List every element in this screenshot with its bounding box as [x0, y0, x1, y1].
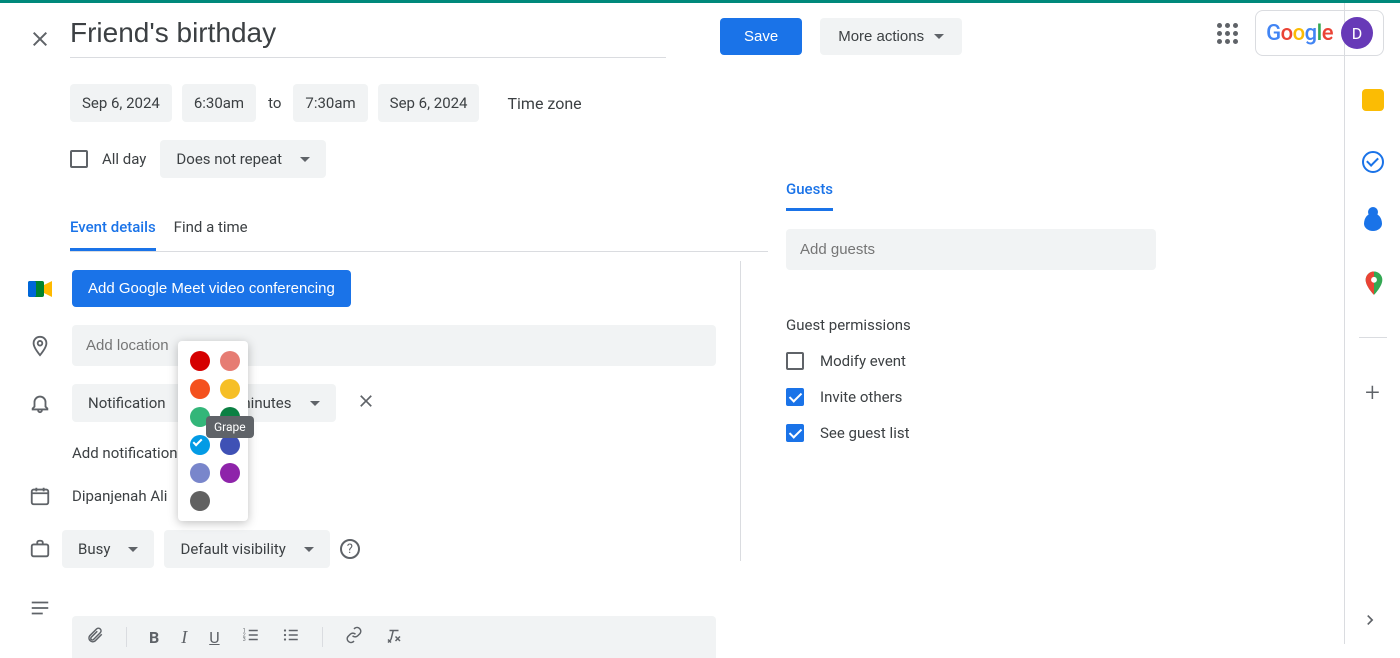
start-date-picker[interactable]: Sep 6, 2024	[70, 84, 172, 122]
color-swatch-peacock[interactable]	[190, 435, 210, 455]
chevron-down-icon	[310, 401, 320, 406]
get-addons-icon[interactable]: +	[1365, 378, 1380, 408]
collapse-side-panel-icon[interactable]	[1360, 610, 1380, 634]
chevron-down-icon	[934, 34, 944, 39]
notification-type-dropdown[interactable]: Notification	[72, 384, 182, 422]
separator	[322, 627, 323, 647]
recurrence-dropdown[interactable]: Does not repeat	[160, 140, 326, 178]
invite-others-checkbox[interactable]	[786, 388, 804, 406]
see-guest-list-label: See guest list	[820, 424, 910, 442]
notification-type-label: Notification	[88, 394, 166, 412]
color-swatch-blueberry[interactable]	[220, 435, 240, 455]
google-meet-icon	[28, 279, 52, 299]
color-swatch-grape[interactable]	[220, 463, 240, 483]
invite-others-label: Invite others	[820, 388, 902, 406]
description-icon	[28, 596, 52, 620]
bulleted-list-icon[interactable]	[282, 626, 300, 648]
italic-icon[interactable]: I	[181, 627, 187, 648]
start-time-picker[interactable]: 6:30am	[182, 84, 256, 122]
side-panel: +	[1344, 3, 1400, 644]
close-icon[interactable]	[28, 27, 52, 51]
google-apps-icon[interactable]	[1217, 23, 1237, 43]
remove-notification-icon[interactable]	[356, 391, 376, 416]
bell-icon	[28, 391, 52, 415]
color-swatch-banana[interactable]	[220, 379, 240, 399]
keep-icon[interactable]	[1362, 89, 1384, 111]
recurrence-label: Does not repeat	[176, 150, 282, 168]
clear-formatting-icon[interactable]	[385, 626, 403, 648]
color-swatch-lavender[interactable]	[190, 463, 210, 483]
tasks-icon[interactable]	[1362, 151, 1384, 173]
maps-icon[interactable]	[1364, 271, 1382, 297]
numbered-list-icon[interactable]: 123	[242, 626, 260, 648]
add-guests-input[interactable]	[786, 229, 1156, 270]
organizer-name: Dipanjenah Ali	[72, 487, 167, 505]
to-label: to	[266, 94, 283, 112]
chevron-down-icon	[304, 547, 314, 552]
visibility-dropdown[interactable]: Default visibility	[164, 530, 329, 568]
visibility-label: Default visibility	[180, 540, 285, 558]
svg-text:3: 3	[242, 637, 245, 643]
see-guest-list-checkbox[interactable]	[786, 424, 804, 442]
all-day-checkbox[interactable]	[70, 150, 88, 168]
more-actions-label: More actions	[838, 28, 924, 45]
contacts-icon[interactable]	[1364, 213, 1382, 231]
color-swatch-tomato[interactable]	[190, 351, 210, 371]
calendar-icon	[28, 484, 52, 508]
color-swatch-tangerine[interactable]	[190, 379, 210, 399]
all-day-label: All day	[102, 150, 146, 168]
end-time-picker[interactable]: 7:30am	[293, 84, 367, 122]
color-swatch-flamingo[interactable]	[220, 351, 240, 371]
visibility-help-icon[interactable]: ?	[340, 539, 360, 559]
modify-event-checkbox[interactable]	[786, 352, 804, 370]
tab-guests[interactable]: Guests	[786, 180, 833, 211]
tab-find-a-time[interactable]: Find a time	[174, 218, 248, 251]
timezone-button[interactable]: Time zone	[507, 94, 581, 113]
modify-event-label: Modify event	[820, 352, 906, 370]
briefcase-icon	[28, 537, 52, 561]
more-actions-button[interactable]: More actions	[820, 18, 962, 55]
column-divider	[740, 261, 741, 561]
availability-label: Busy	[78, 540, 110, 558]
add-notification-button[interactable]: Add notification	[72, 444, 768, 462]
attach-file-icon[interactable]	[86, 626, 104, 648]
insert-link-icon[interactable]	[345, 626, 363, 648]
add-google-meet-button[interactable]: Add Google Meet video conferencing	[72, 270, 351, 307]
availability-dropdown[interactable]: Busy	[62, 530, 154, 568]
guest-permissions-title: Guest permissions	[786, 316, 1148, 334]
google-account-chip[interactable]: Google D	[1255, 10, 1384, 56]
account-avatar[interactable]: D	[1341, 17, 1373, 49]
google-logo: Google	[1266, 21, 1333, 46]
separator	[126, 627, 127, 647]
event-title-input[interactable]	[70, 15, 666, 58]
color-tooltip: Grape	[206, 416, 254, 438]
save-button[interactable]: Save	[720, 18, 802, 55]
tab-event-details[interactable]: Event details	[70, 218, 156, 251]
color-swatch-graphite[interactable]	[190, 491, 210, 511]
side-panel-divider	[1359, 337, 1387, 338]
end-date-picker[interactable]: Sep 6, 2024	[378, 84, 480, 122]
location-icon	[28, 334, 52, 358]
chevron-down-icon	[300, 157, 310, 162]
location-input[interactable]	[72, 325, 716, 366]
chevron-down-icon	[128, 547, 138, 552]
